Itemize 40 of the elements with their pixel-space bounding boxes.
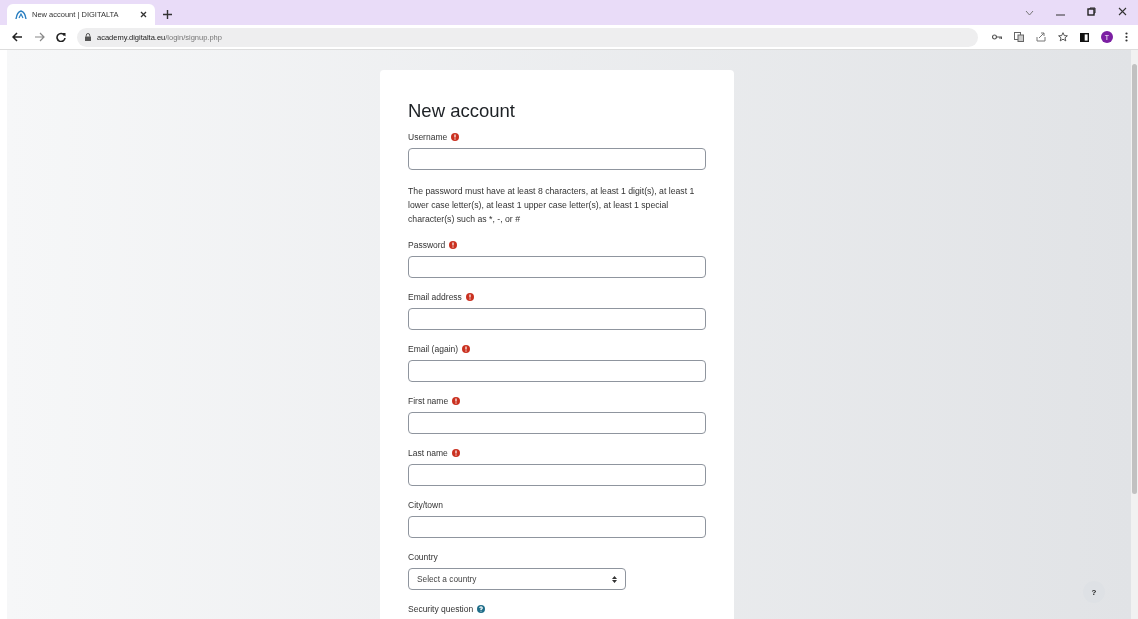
input-field[interactable] bbox=[408, 464, 706, 486]
input-field[interactable] bbox=[408, 148, 706, 170]
new-tab-icon[interactable] bbox=[163, 10, 172, 19]
close-icon[interactable] bbox=[140, 11, 147, 18]
field-label: City/town bbox=[408, 500, 443, 510]
field-label: First name bbox=[408, 396, 449, 406]
reload-icon[interactable] bbox=[56, 32, 66, 42]
input-field[interactable] bbox=[408, 412, 706, 434]
input-field[interactable] bbox=[408, 360, 706, 382]
close-icon[interactable] bbox=[1118, 7, 1127, 16]
help-icon[interactable] bbox=[477, 605, 486, 613]
back-arrow-icon[interactable] bbox=[12, 32, 23, 42]
star-icon[interactable] bbox=[1058, 32, 1068, 42]
field-label: Country bbox=[408, 552, 438, 562]
field-label: Email (again) bbox=[408, 344, 459, 354]
forward-arrow-icon[interactable] bbox=[34, 32, 45, 42]
logo-icon bbox=[15, 9, 27, 20]
scrollbar[interactable] bbox=[1131, 50, 1138, 619]
page-heading: New account bbox=[408, 100, 516, 122]
scrollbar-thumb[interactable] bbox=[1132, 64, 1137, 494]
side-panel-icon[interactable] bbox=[1080, 32, 1089, 42]
sort-arrows-icon bbox=[612, 575, 617, 583]
more-menu-icon[interactable] bbox=[1125, 32, 1128, 42]
lock-icon bbox=[85, 33, 91, 41]
field-label: Email address bbox=[408, 292, 462, 302]
field-label: Username bbox=[408, 132, 448, 142]
password-rules-text: The password must have at least 8 characters, at least 1 digit(s), at least 1 lower case letter(s), at least 1 upper case letter(s), at least 1 special character(s) such as *, -, or # bbox=[408, 185, 696, 226]
help-button[interactable]: ? bbox=[1083, 581, 1105, 603]
key-icon[interactable] bbox=[992, 34, 1002, 40]
field-label: Last name bbox=[408, 448, 448, 458]
country-dropdown[interactable]: Select a country bbox=[408, 568, 626, 590]
translate-icon[interactable] bbox=[1014, 32, 1024, 42]
input-field[interactable] bbox=[408, 256, 706, 278]
chevron-down-icon[interactable] bbox=[1025, 10, 1034, 16]
field-label: Password bbox=[408, 240, 446, 250]
share-icon[interactable] bbox=[1036, 32, 1046, 42]
restore-icon[interactable] bbox=[1087, 7, 1096, 16]
input-field[interactable] bbox=[408, 516, 706, 538]
field-label: Security question bbox=[408, 604, 474, 614]
input-field[interactable] bbox=[408, 308, 706, 330]
